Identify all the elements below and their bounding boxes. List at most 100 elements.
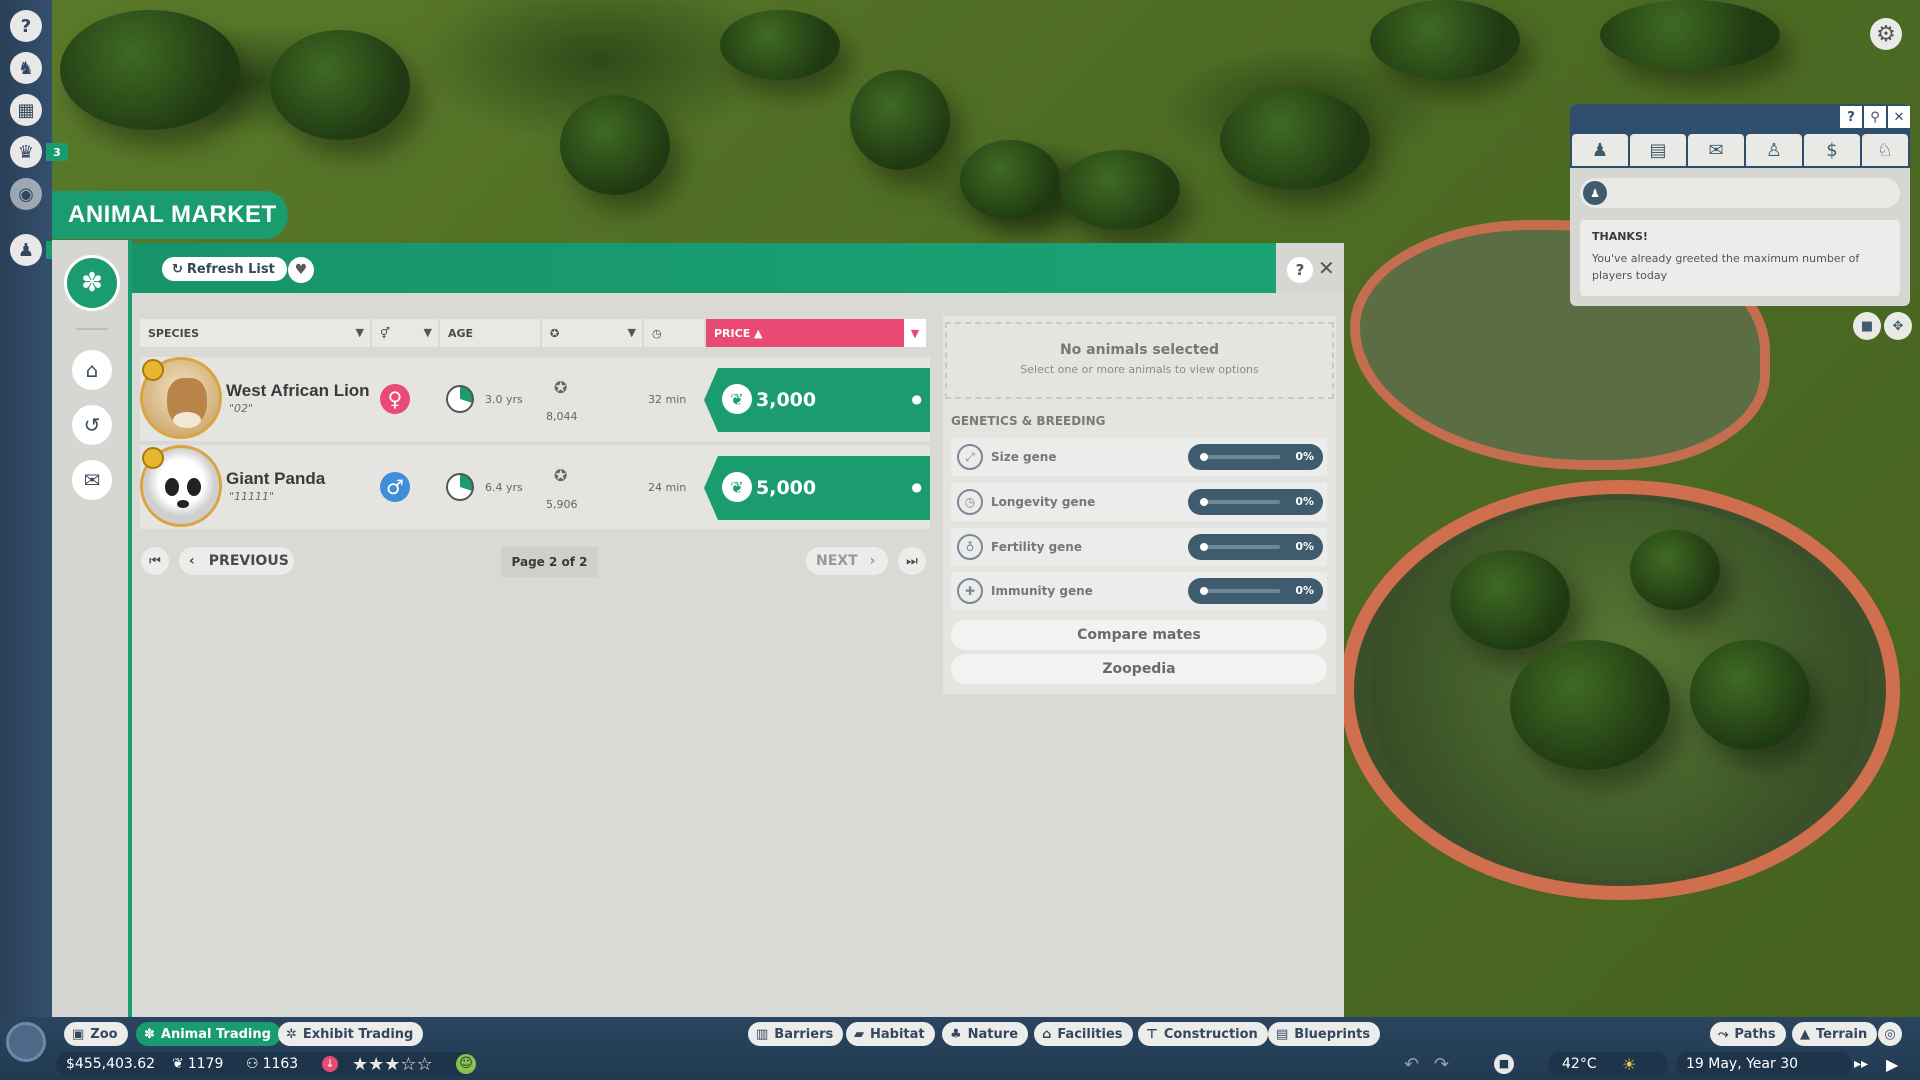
price-buy-button[interactable]: ❦ 5,000 ● — [704, 456, 930, 520]
redo-icon[interactable]: ↷ — [1434, 1054, 1449, 1075]
age-icon — [446, 473, 474, 501]
filter-icon[interactable]: ▼ — [424, 326, 432, 339]
exhibit-icon: ✲ — [286, 1026, 297, 1042]
price-header-label: PRICE ▲ — [714, 326, 763, 340]
zoopedia-button[interactable]: Zoopedia — [951, 654, 1327, 684]
date-value: 19 May, Year 30 — [1686, 1056, 1799, 1072]
gene-name: Immunity gene — [991, 584, 1093, 598]
female-icon: ♀ — [380, 384, 410, 414]
globe-button[interactable]: ◎ — [1878, 1022, 1902, 1046]
price-buy-button[interactable]: ❦ 3,000 ● — [704, 368, 930, 432]
gene-value: 0% — [1295, 540, 1314, 553]
animal-age: 6.4 yrs — [485, 481, 523, 494]
tab-zoo[interactable]: ▣ Zoo — [64, 1022, 128, 1046]
scenery-tree — [960, 140, 1060, 220]
gene-row-size: ⤢ Size gene 0% — [951, 438, 1327, 476]
tab-construction[interactable]: ⊤ Construction — [1138, 1022, 1268, 1046]
tab-exhibit-trading[interactable]: ✲ Exhibit Trading — [278, 1022, 424, 1046]
settings-gear-icon[interactable]: ⚙ — [1870, 18, 1902, 50]
keeper-icon[interactable]: ♟ — [10, 234, 42, 266]
tab-label: Terrain — [1816, 1026, 1868, 1042]
gene-row-longevity: ◷ Longevity gene 0% — [951, 483, 1327, 521]
menu-orb-icon[interactable] — [6, 1022, 46, 1062]
refresh-icon: ↻ — [172, 261, 183, 277]
blueprint-icon: ▤ — [1276, 1026, 1289, 1042]
guests-icon: ⚇ — [246, 1056, 259, 1072]
message-body: You've already greeted the maximum numbe… — [1592, 252, 1860, 282]
gift-icon[interactable]: ✉ — [72, 460, 112, 500]
scenery-tree — [1370, 0, 1520, 80]
next-label: NEXT — [816, 553, 858, 569]
chat-input[interactable] — [1580, 178, 1900, 208]
play-icon[interactable]: ▶ — [1886, 1054, 1898, 1074]
price-filter-button[interactable]: ▼ — [904, 319, 926, 347]
undo-icon[interactable]: ↶ — [1404, 1054, 1419, 1075]
tab-barriers[interactable]: ▥ Barriers — [748, 1022, 844, 1046]
species-column-header[interactable]: SPECIES ▼ — [140, 319, 372, 347]
filter-icon[interactable]: ▼ — [628, 326, 636, 339]
scenery-tree — [560, 95, 670, 195]
calendar-icon[interactable]: ▦ — [10, 94, 42, 126]
trophy-icon[interactable]: ♛ — [10, 136, 42, 168]
time-column-header[interactable]: ◷ — [644, 319, 706, 347]
age-column-header[interactable]: AGE — [440, 319, 542, 347]
home-icon[interactable]: ⌂ — [72, 350, 112, 390]
first-page-button[interactable]: ⏮ — [141, 547, 169, 575]
stars-value: ★★★☆☆ — [352, 1053, 433, 1075]
scenery-tree — [60, 10, 240, 130]
record-icon[interactable]: ■ — [1494, 1054, 1514, 1074]
move-icon[interactable]: ✥ — [1884, 312, 1912, 340]
tab-terrain[interactable]: ▲ Terrain — [1792, 1022, 1878, 1046]
social-help-button[interactable]: ? — [1840, 106, 1862, 128]
tab-clipboard[interactable]: ▤ — [1630, 134, 1686, 166]
message-box: THANKS! You've already greeted the maxim… — [1580, 220, 1900, 296]
paw-icon: ✽ — [144, 1026, 155, 1042]
divider — [76, 328, 108, 330]
zoo-rating-stars: ★★★☆☆ — [352, 1053, 433, 1075]
scenery-tree — [270, 30, 410, 140]
guests-value: 1163 — [262, 1056, 299, 1072]
tab-staff[interactable]: ♟ — [1572, 134, 1628, 166]
gene-value: 0% — [1295, 495, 1314, 508]
paw-icon[interactable]: ✽ — [64, 255, 120, 311]
tab-facilities[interactable]: ⌂ Facilities — [1034, 1022, 1133, 1046]
compare-mates-button[interactable]: Compare mates — [951, 620, 1327, 650]
terrain-icon: ▲ — [1800, 1026, 1810, 1042]
eye-icon[interactable]: ◉ — [10, 178, 42, 210]
refresh-list-button[interactable]: ↻ Refresh List — [162, 257, 287, 281]
help-icon[interactable]: ? — [10, 10, 42, 42]
tab-habitat[interactable]: ▰ Habitat — [846, 1022, 935, 1046]
panel-close-button[interactable]: ✕ — [1318, 256, 1335, 280]
tab-paths[interactable]: ⤳ Paths — [1710, 1022, 1786, 1046]
gene-value: 0% — [1295, 450, 1314, 463]
animal-icon[interactable]: ♞ — [10, 52, 42, 84]
next-page-button[interactable]: NEXT › — [806, 547, 888, 575]
trophy-count-badge: 3 — [46, 143, 68, 161]
tab-profile[interactable]: ♙ — [1746, 134, 1802, 166]
camera-icon[interactable]: ■ — [1853, 312, 1881, 340]
favourite-heart-icon[interactable]: ♥ — [288, 257, 314, 283]
tab-friends[interactable]: ♘ — [1862, 134, 1908, 166]
species-name: West African Lion — [226, 381, 370, 400]
fertility-icon: ♁ — [957, 534, 983, 560]
tab-finance[interactable]: $ — [1804, 134, 1860, 166]
social-close-button[interactable]: ✕ — [1888, 106, 1910, 128]
fast-forward-icon[interactable]: ▸▸ — [1854, 1054, 1868, 1074]
gender-column-header[interactable]: ⚥ ▼ — [372, 319, 440, 347]
rating-column-header[interactable]: ✪ ▼ — [542, 319, 644, 347]
price-column-header[interactable]: PRICE ▲ — [706, 319, 926, 347]
tab-label: Blueprints — [1294, 1026, 1371, 1042]
price-value: 3,000 — [756, 389, 817, 411]
tab-animal-trading[interactable]: ✽ Animal Trading — [136, 1022, 281, 1046]
age-header-label: AGE — [448, 326, 474, 340]
tab-blueprints[interactable]: ▤ Blueprints — [1268, 1022, 1381, 1046]
social-pin-button[interactable]: ⚲ — [1864, 106, 1886, 128]
panel-help-button[interactable]: ? — [1287, 257, 1313, 283]
filter-icon[interactable]: ▼ — [356, 326, 364, 339]
previous-page-button[interactable]: ‹ PREVIOUS — [179, 547, 294, 575]
tab-chat[interactable]: ✉ — [1688, 134, 1744, 166]
history-icon[interactable]: ↺ — [72, 405, 112, 445]
last-page-button[interactable]: ⏭ — [898, 547, 926, 575]
path-icon: ⤳ — [1718, 1026, 1729, 1042]
tab-nature[interactable]: ♣ Nature — [942, 1022, 1029, 1046]
